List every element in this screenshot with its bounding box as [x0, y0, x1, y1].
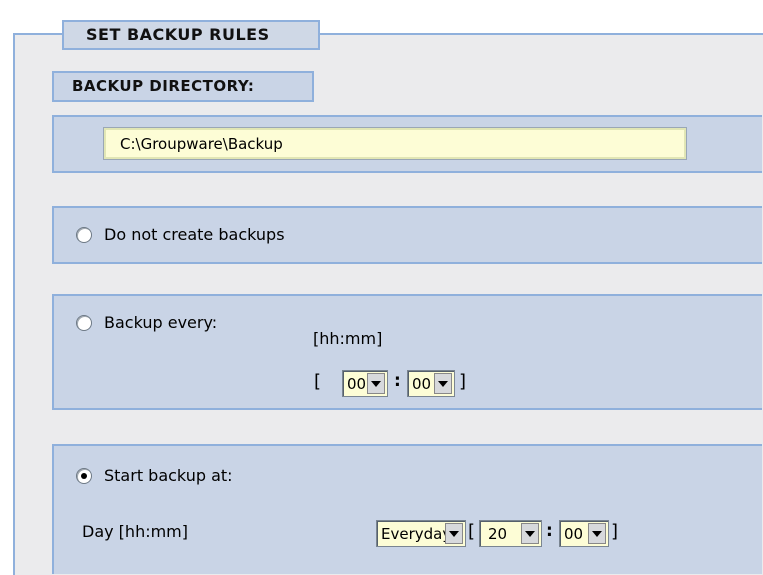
time-separator: : [546, 521, 553, 541]
time-separator: : [394, 371, 401, 391]
bracket-close: ] [611, 521, 619, 542]
start-backup-label: Start backup at: [104, 466, 233, 485]
interval-hours-select[interactable]: 00 [342, 370, 388, 397]
day-time-format-label: Day [hh:mm] [82, 522, 189, 541]
bracket-close: ] [459, 371, 467, 392]
chevron-down-icon[interactable] [588, 523, 606, 544]
backup-directory-label: BACKUP DIRECTORY: [52, 71, 314, 102]
day-select[interactable]: Everyday [376, 520, 466, 547]
chevron-down-icon[interactable] [445, 523, 463, 544]
day-value: Everyday [381, 524, 445, 543]
chevron-down-icon[interactable] [434, 373, 452, 394]
backup-every-label: Backup every: [104, 313, 218, 332]
interval-minutes-value: 00 [412, 374, 432, 393]
bracket-open: [ [314, 371, 322, 392]
interval-format-label: [hh:mm] [313, 329, 383, 348]
interval-minutes-select[interactable]: 00 [407, 370, 455, 397]
backup-every-panel: Backup every: [hh:mm] [ 00 : 00 ] [52, 294, 762, 410]
start-backup-panel: Start backup at: Day [hh:mm] Everyday [ … [52, 444, 762, 574]
start-backup-option[interactable]: Start backup at: [76, 466, 233, 485]
section-legend: SET BACKUP RULES [62, 20, 320, 50]
start-minutes-value: 00 [564, 524, 584, 543]
bracket-open: [ [468, 521, 476, 542]
backup-directory-panel [52, 115, 762, 173]
start-backup-radio[interactable] [76, 467, 92, 484]
no-backup-label: Do not create backups [104, 225, 285, 244]
start-hours-select[interactable]: 20 [479, 520, 542, 547]
chevron-down-icon[interactable] [521, 523, 539, 544]
no-backup-radio[interactable] [76, 226, 92, 243]
backup-every-option[interactable]: Backup every: [76, 313, 217, 332]
backup-every-radio[interactable] [76, 314, 92, 331]
start-hours-value: 20 [488, 524, 508, 543]
start-minutes-select[interactable]: 00 [559, 520, 609, 547]
no-backup-panel: Do not create backups [52, 206, 762, 264]
backup-directory-input[interactable] [103, 127, 687, 160]
no-backup-option[interactable]: Do not create backups [76, 225, 285, 244]
chevron-down-icon[interactable] [367, 373, 385, 394]
interval-hours-value: 00 [347, 374, 367, 393]
